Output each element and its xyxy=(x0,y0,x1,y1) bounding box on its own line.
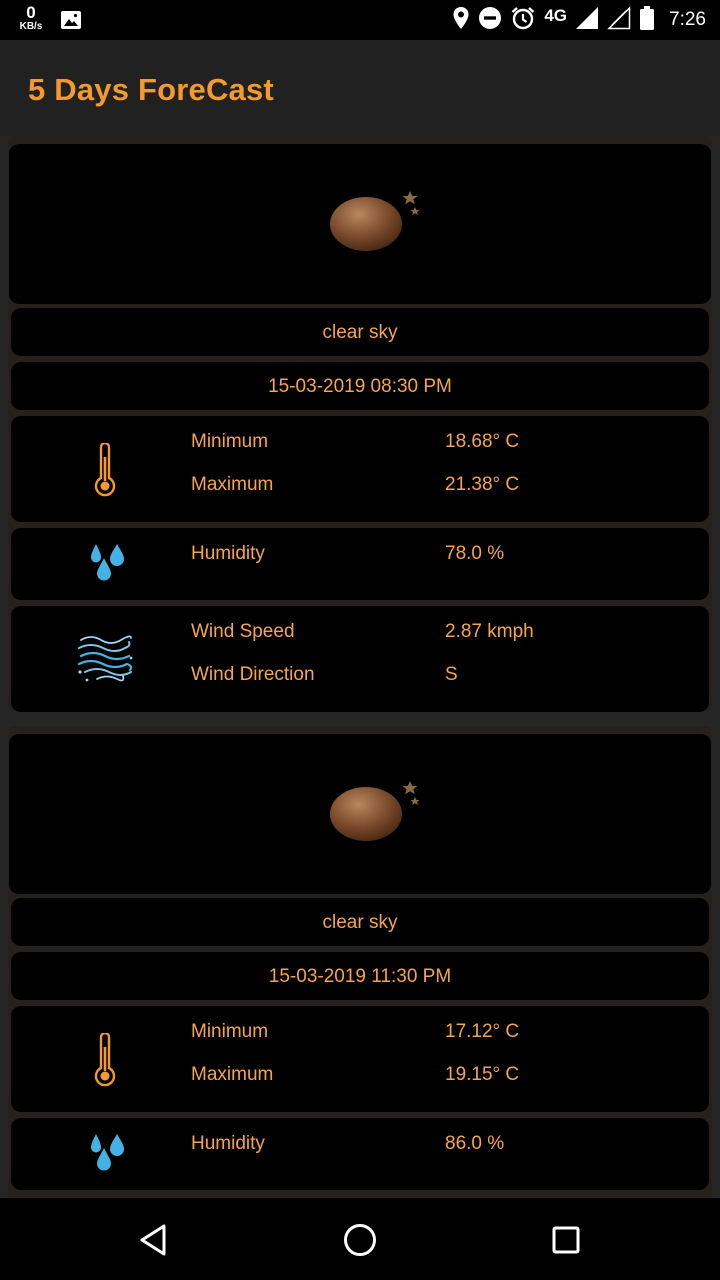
minimum-value: 18.68° C xyxy=(445,431,520,452)
humidity-label: Humidity xyxy=(191,1133,265,1154)
location-icon xyxy=(452,6,470,35)
water-drops-icon xyxy=(89,1130,127,1179)
weather-image-panel xyxy=(9,734,711,894)
thermometer-icon xyxy=(93,441,117,502)
thermometer-icon xyxy=(93,1031,117,1092)
network-speed-unit: KB/s xyxy=(19,21,43,32)
humidity-label: Humidity xyxy=(191,543,265,564)
water-drops-icon xyxy=(89,540,127,589)
battery-icon xyxy=(639,5,655,36)
humidity-panel: Humidity 78.0 % xyxy=(11,528,709,600)
wind-speed-value: 2.87 kmph xyxy=(445,621,534,642)
forecast-datetime: 15-03-2019 11:30 PM xyxy=(268,966,452,987)
gallery-icon xyxy=(60,9,82,36)
network-speed-value: 0 xyxy=(26,3,36,22)
clear-sky-night-icon xyxy=(317,182,427,267)
wind-panel: Wind Speed 2.87 kmph Wind Direction S xyxy=(11,606,709,712)
signal-icon xyxy=(575,6,599,35)
minimum-value: 17.12° C xyxy=(445,1021,520,1042)
forecast-card[interactable]: clear sky 15-03-2019 08:30 PM Minimum 18… xyxy=(8,136,712,712)
maximum-value: 21.38° C xyxy=(445,474,520,495)
network-type: 4G xyxy=(544,6,568,25)
forecast-card[interactable]: clear sky 15-03-2019 11:30 PM Minimum 17… xyxy=(8,726,712,1198)
back-icon[interactable] xyxy=(132,1218,176,1262)
forecast-datetime: 15-03-2019 08:30 PM xyxy=(268,376,452,397)
app-bar: 5 Days ForeCast xyxy=(0,40,720,136)
maximum-label: Maximum xyxy=(191,1064,274,1085)
wind-speed-label: Wind Speed xyxy=(191,621,295,642)
weather-description-panel: clear sky xyxy=(11,898,709,946)
minimum-label: Minimum xyxy=(191,1021,269,1042)
navigation-bar xyxy=(0,1198,720,1280)
maximum-value: 19.15° C xyxy=(445,1064,520,1085)
humidity-panel: Humidity 86.0 % xyxy=(11,1118,709,1190)
home-icon[interactable] xyxy=(338,1218,382,1262)
forecast-list[interactable]: clear sky 15-03-2019 08:30 PM Minimum 18… xyxy=(0,136,720,1198)
signal-empty-icon xyxy=(607,5,631,35)
clock: 7:26 xyxy=(669,9,706,30)
temperature-panel: Minimum 17.12° C Maximum 19.15° C xyxy=(11,1006,709,1112)
wind-icon xyxy=(77,632,135,691)
weather-image-panel xyxy=(9,144,711,304)
temperature-panel: Minimum 18.68° C Maximum 21.38° C xyxy=(11,416,709,522)
weather-description: clear sky xyxy=(322,322,398,343)
recents-icon[interactable] xyxy=(544,1218,588,1262)
clear-sky-night-icon xyxy=(317,772,427,857)
forecast-datetime-panel: 15-03-2019 08:30 PM xyxy=(11,362,709,410)
status-bar: 0 KB/s 4G 7:26 xyxy=(0,0,720,40)
network-speed: 0 KB/s xyxy=(16,4,46,32)
alarm-icon xyxy=(510,5,536,36)
humidity-value: 78.0 % xyxy=(445,543,505,564)
page-title: 5 Days ForeCast xyxy=(28,72,274,107)
weather-description: clear sky xyxy=(322,912,398,933)
do-not-disturb-icon xyxy=(478,6,502,35)
wind-direction-value: S xyxy=(445,664,458,685)
humidity-value: 86.0 % xyxy=(445,1133,505,1154)
forecast-datetime-panel: 15-03-2019 11:30 PM xyxy=(11,952,709,1000)
wind-direction-label: Wind Direction xyxy=(191,664,315,685)
minimum-label: Minimum xyxy=(191,431,269,452)
weather-description-panel: clear sky xyxy=(11,308,709,356)
maximum-label: Maximum xyxy=(191,474,274,495)
